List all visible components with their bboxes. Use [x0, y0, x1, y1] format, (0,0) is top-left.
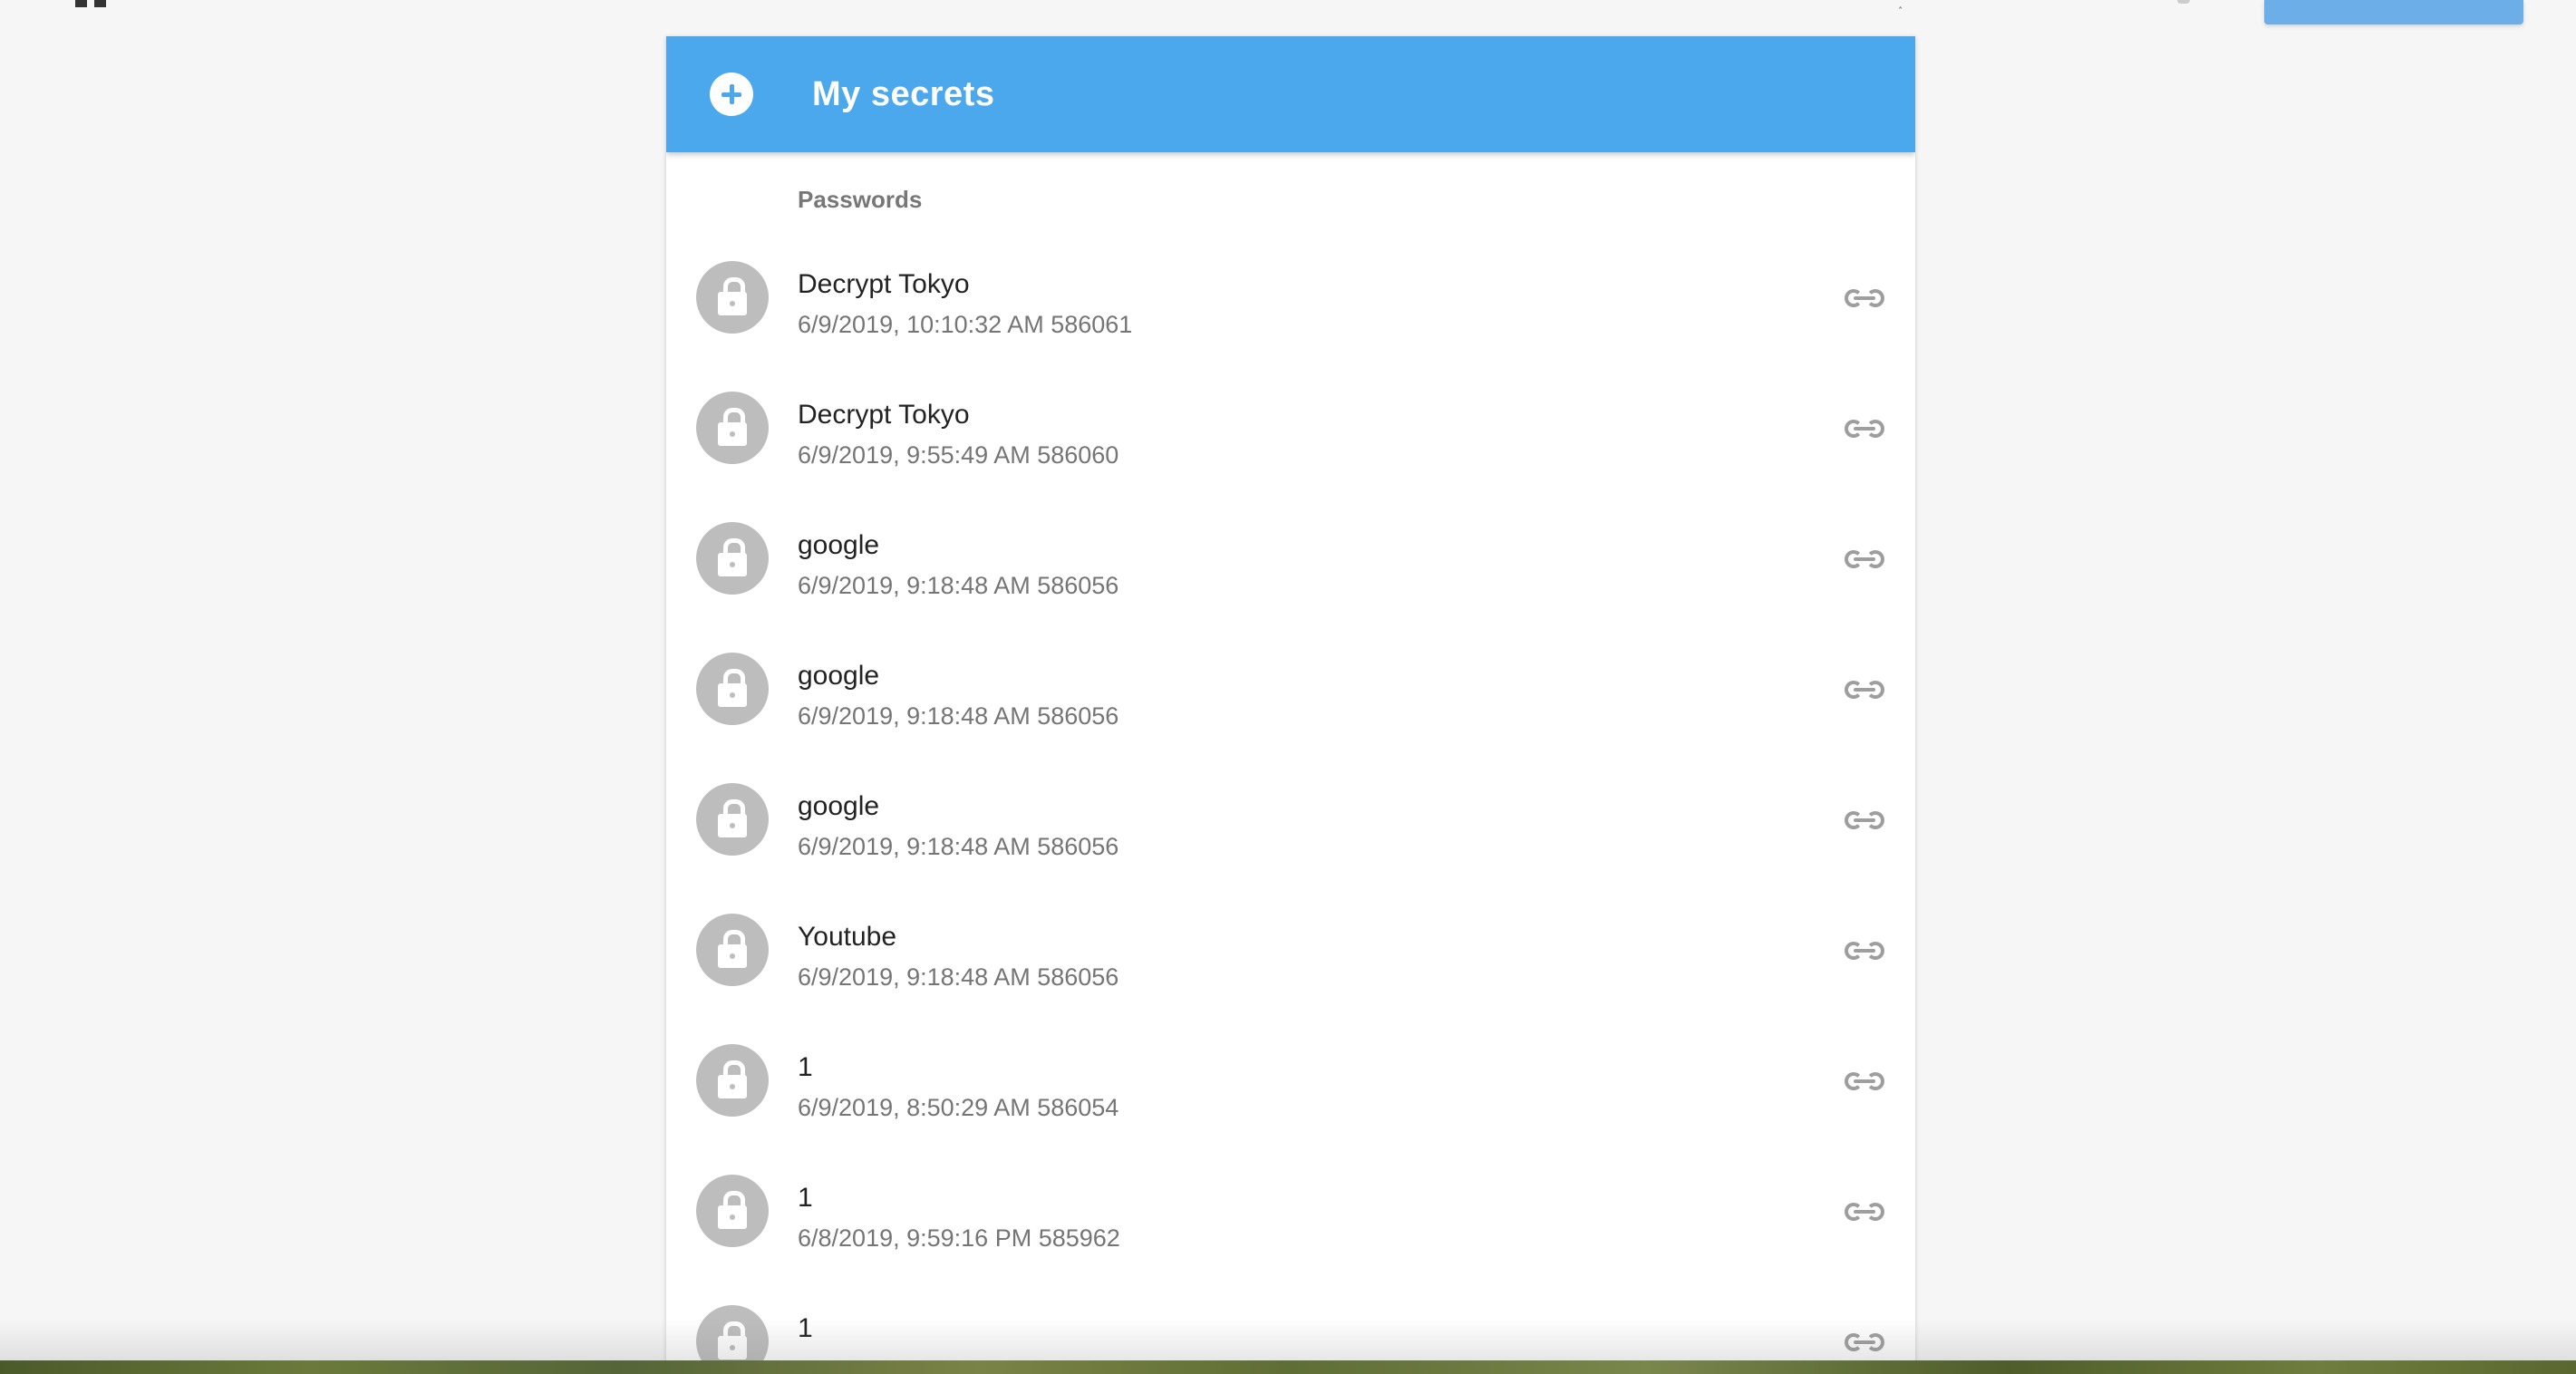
bottom-fade [0, 1319, 2576, 1360]
avatar [696, 522, 769, 595]
secret-title: Decrypt Tokyo [798, 269, 970, 299]
avatar [696, 1175, 769, 1247]
lock-icon [718, 538, 747, 576]
card-header: My secrets [666, 36, 1915, 152]
secret-timestamp: 6/9/2019, 9:18:48 AM 586056 [798, 702, 1119, 730]
plus-circle-icon[interactable] [710, 73, 753, 116]
secret-timestamp: 6/9/2019, 9:55:49 AM 586060 [798, 441, 1119, 469]
secret-list: Decrypt Tokyo 6/9/2019, 10:10:32 AM 58606… [666, 236, 1915, 1374]
secret-title: google [798, 530, 880, 560]
top-bar-icon[interactable] [2177, 0, 2190, 4]
list-item[interactable]: 1 6/8/2019, 9:59:16 PM 585962 [666, 1149, 1915, 1280]
page: ˰ My secrets Passwords Decrypt Tokyo 6/9/… [0, 0, 2576, 1374]
lock-icon [718, 930, 747, 968]
secret-title: 1 [798, 1052, 813, 1082]
page-title: My secrets [812, 75, 995, 113]
link-icon[interactable] [1845, 939, 1884, 963]
secret-title: 1 [798, 1183, 813, 1213]
list-item[interactable]: google 6/9/2019, 9:18:48 AM 586056 [666, 627, 1915, 758]
background-strip [0, 1360, 2576, 1374]
secret-title: Decrypt Tokyo [798, 400, 970, 430]
link-icon[interactable] [1845, 1069, 1884, 1093]
list-item[interactable]: Youtube 6/9/2019, 9:18:48 AM 586056 [666, 888, 1915, 1019]
avatar [696, 1044, 769, 1117]
list-item[interactable]: google 6/9/2019, 9:18:48 AM 586056 [666, 758, 1915, 888]
secret-timestamp: 6/9/2019, 9:18:48 AM 586056 [798, 572, 1119, 599]
secret-timestamp: 6/9/2019, 9:18:48 AM 586056 [798, 833, 1119, 860]
link-icon[interactable] [1845, 1200, 1884, 1224]
secret-timestamp: 6/9/2019, 9:18:48 AM 586056 [798, 963, 1119, 991]
avatar [696, 783, 769, 856]
lock-icon [718, 408, 747, 446]
link-icon[interactable] [1845, 808, 1884, 832]
avatar [696, 914, 769, 986]
lock-icon [718, 669, 747, 707]
link-icon[interactable] [1845, 678, 1884, 702]
lock-icon [718, 799, 747, 837]
list-item[interactable]: 1 6/9/2019, 8:50:29 AM 586054 [666, 1019, 1915, 1149]
secret-timestamp: 6/9/2019, 8:50:29 AM 586054 [798, 1094, 1119, 1121]
avatar [696, 392, 769, 464]
lock-icon [718, 1191, 747, 1229]
avatar [696, 261, 769, 334]
top-bar-mark: ˰ [1898, 0, 1903, 10]
top-action-button[interactable] [2264, 0, 2523, 24]
secret-title: Youtube [798, 922, 897, 952]
list-item[interactable]: Decrypt Tokyo 6/9/2019, 9:55:49 AM 586060 [666, 366, 1915, 497]
avatar [696, 653, 769, 725]
link-icon[interactable] [1845, 547, 1884, 571]
secret-timestamp: 6/8/2019, 9:59:16 PM 585962 [798, 1224, 1120, 1252]
list-item[interactable]: Decrypt Tokyo 6/9/2019, 10:10:32 AM 58606… [666, 236, 1915, 366]
lock-icon [718, 277, 747, 315]
lock-icon [718, 1060, 747, 1098]
link-icon[interactable] [1845, 286, 1884, 310]
menu-icon[interactable] [75, 0, 106, 7]
secret-timestamp: 6/9/2019, 10:10:32 AM 586061 [798, 311, 1133, 338]
secrets-card: My secrets Passwords Decrypt Tokyo 6/9/20… [666, 36, 1915, 1374]
section-label: Passwords [798, 186, 923, 213]
link-icon[interactable] [1845, 417, 1884, 440]
secret-title: google [798, 791, 880, 821]
list-item[interactable]: google 6/9/2019, 9:18:48 AM 586056 [666, 497, 1915, 627]
secret-title: google [798, 661, 880, 691]
